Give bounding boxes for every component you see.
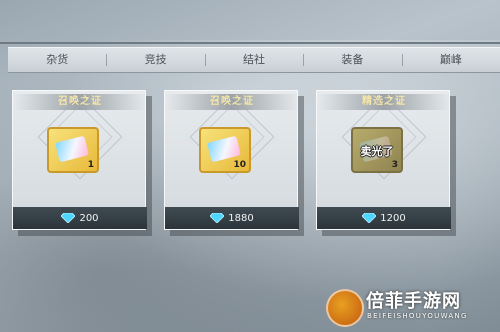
item-quantity: 10 (233, 160, 246, 170)
price-value: 1200 (380, 212, 406, 224)
site-logo-icon (326, 289, 364, 327)
price-bar[interactable]: 1200 (317, 207, 451, 229)
tab-misc[interactable]: 杂货 (8, 48, 106, 72)
price-value: 1880 (228, 212, 254, 224)
shop-card-3[interactable]: 精选之证 卖光了 3 1200 (316, 90, 456, 236)
diamond-icon (61, 213, 76, 223)
diamond-icon (210, 213, 225, 223)
price-bar[interactable]: 200 (13, 207, 147, 229)
sold-out-label: 卖光了 (360, 145, 394, 158)
ticket-icon (55, 135, 89, 163)
watermark-subtitle: BEIFEISHOUYOUWANG (367, 312, 468, 320)
summon-ticket-item[interactable]: 10 (199, 127, 251, 173)
ticket-icon (207, 135, 241, 163)
price-bar[interactable]: 1880 (165, 207, 299, 229)
price-value: 200 (79, 212, 99, 224)
shop-card-1[interactable]: 召唤之证 1 200 (12, 90, 152, 236)
diamond-icon (362, 213, 377, 223)
tab-peak[interactable]: 巅峰 (401, 48, 500, 72)
watermark-title: 倍菲手游网 (366, 291, 461, 312)
item-quantity: 3 (391, 160, 398, 170)
shop-card-2[interactable]: 召唤之证 10 1880 (164, 90, 304, 236)
summon-ticket-item[interactable]: 1 (47, 127, 99, 173)
tab-equipment[interactable]: 装备 (303, 48, 401, 72)
shop-tab-bar: 杂货 竞技 结社 装备 巅峰 (8, 47, 500, 73)
top-frame-line (0, 42, 500, 44)
tab-guild[interactable]: 结社 (204, 48, 303, 72)
watermark: 倍菲手游网 BEIFEISHOUYOUWANG (326, 285, 496, 329)
selection-ticket-item[interactable]: 卖光了 3 (351, 127, 403, 173)
tab-arena[interactable]: 竞技 (106, 48, 204, 72)
item-quantity: 1 (87, 160, 94, 170)
